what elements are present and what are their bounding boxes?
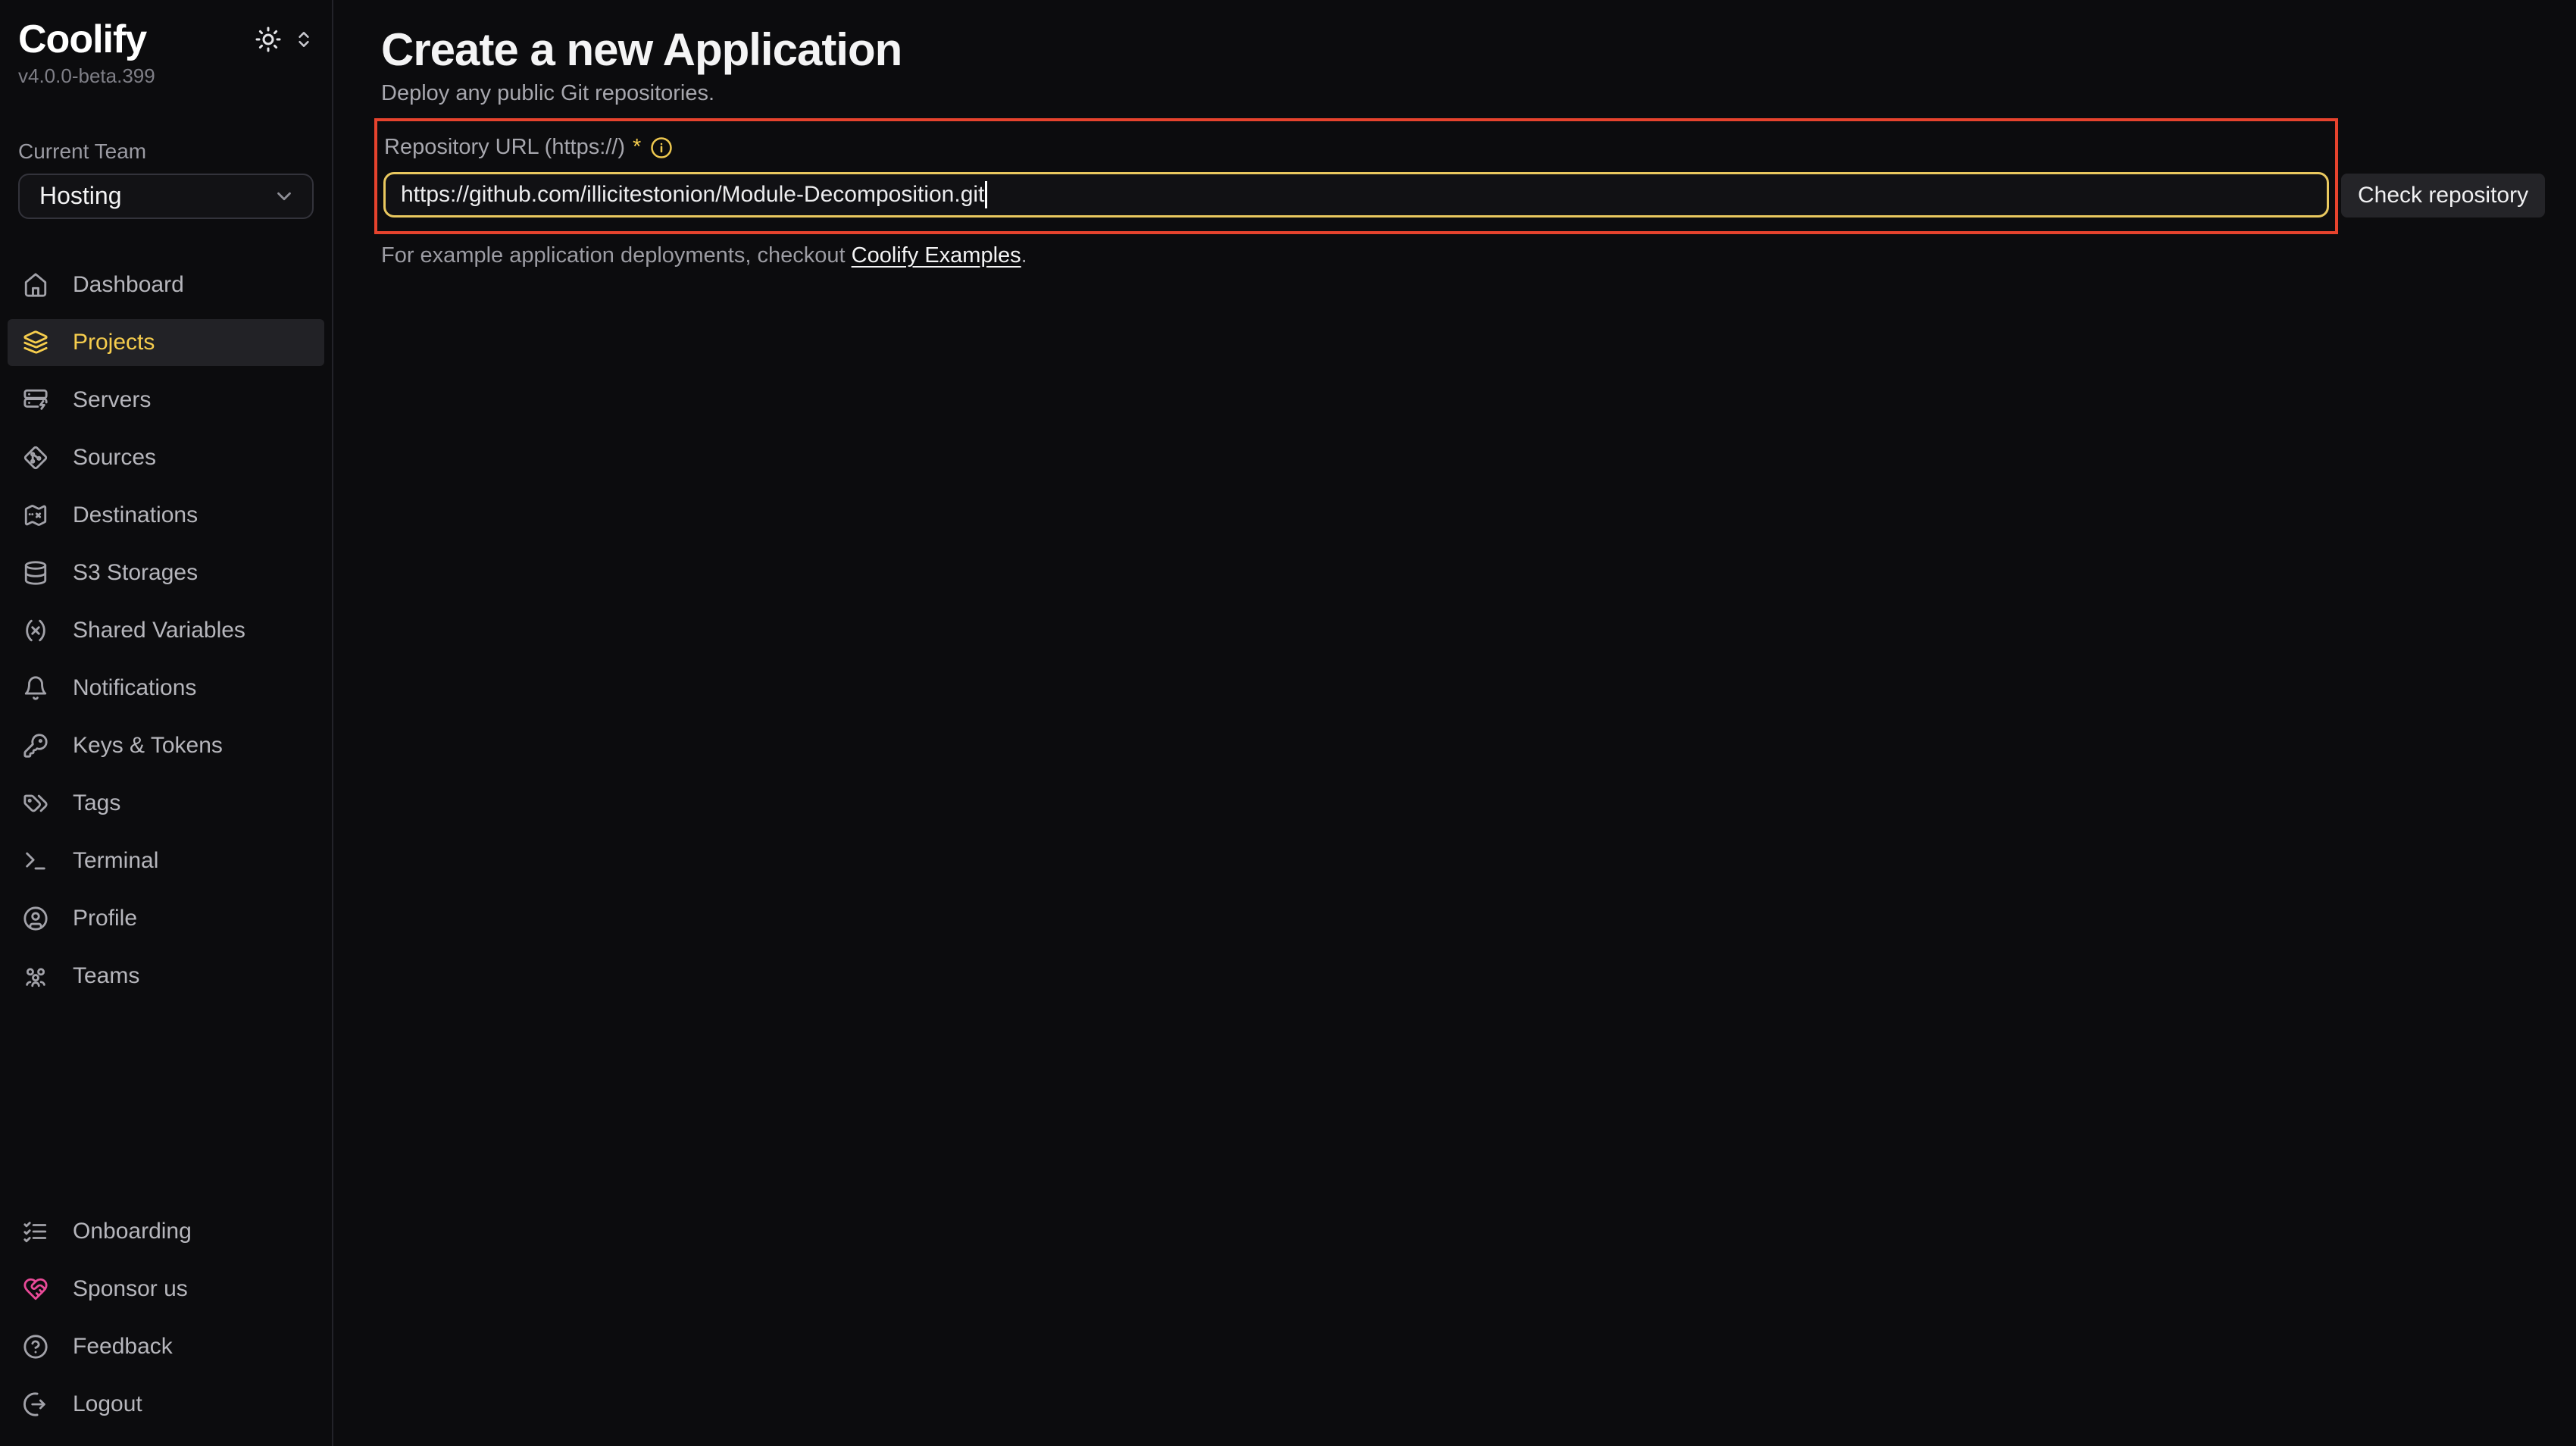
sun-icon xyxy=(255,26,282,53)
sidebar-item-label: Onboarding xyxy=(73,1219,192,1244)
sidebar-item-terminal[interactable]: Terminal xyxy=(8,837,324,884)
text-cursor xyxy=(985,181,987,208)
info-icon[interactable] xyxy=(650,136,673,159)
sidebar-item-label: Terminal xyxy=(73,848,158,874)
app-version: v4.0.0-beta.399 xyxy=(0,61,332,88)
sidebar-item-keys-tokens[interactable]: Keys & Tokens xyxy=(8,722,324,769)
sidebar-item-label: Teams xyxy=(73,963,139,989)
sidebar-item-sources[interactable]: Sources xyxy=(8,434,324,481)
server-icon xyxy=(23,387,48,413)
repository-form-row: Repository URL (https://) * https://gith… xyxy=(374,118,2576,235)
helper-prefix: For example application deployments, che… xyxy=(381,243,852,268)
chevron-down-icon xyxy=(273,185,295,208)
heart-handshake-icon xyxy=(23,1276,48,1302)
sidebar-item-sponsor-us[interactable]: Sponsor us xyxy=(8,1266,324,1313)
sidebar-item-label: Dashboard xyxy=(73,272,184,298)
current-team-label: Current Team xyxy=(18,138,314,165)
required-asterisk: * xyxy=(633,135,641,160)
app-window: Coolify v4.0.0-beta.399 Current Team Hos… xyxy=(0,0,2576,1446)
checklist-icon xyxy=(23,1219,48,1244)
sidebar-item-onboarding[interactable]: Onboarding xyxy=(8,1208,324,1255)
variable-icon xyxy=(23,618,48,643)
helper-text: For example application deployments, che… xyxy=(381,243,2576,268)
helper-suffix: . xyxy=(1021,243,1027,268)
profile-icon xyxy=(23,906,48,931)
repository-field-group: Repository URL (https://) * https://gith… xyxy=(374,118,2338,235)
chevrons-up-down-icon xyxy=(294,30,314,49)
sidebar-item-label: Projects xyxy=(73,330,155,355)
repository-url-value: https://github.com/illicitestonion/Modul… xyxy=(401,182,984,208)
sidebar-item-label: Profile xyxy=(73,906,137,931)
map-icon xyxy=(23,502,48,528)
sidebar-item-profile[interactable]: Profile xyxy=(8,895,324,942)
terminal-icon xyxy=(23,848,48,874)
git-source-icon xyxy=(23,445,48,471)
theme-toggle-button[interactable] xyxy=(255,26,282,53)
sidebar: Coolify v4.0.0-beta.399 Current Team Hos… xyxy=(0,0,333,1446)
page-subtitle: Deploy any public Git repositories. xyxy=(381,80,2576,108)
sidebar-item-label: Notifications xyxy=(73,675,196,701)
sidebar-item-tags[interactable]: Tags xyxy=(8,780,324,827)
sidebar-item-label: S3 Storages xyxy=(73,560,198,586)
key-icon xyxy=(23,733,48,759)
logout-icon xyxy=(23,1391,48,1417)
coolify-examples-link[interactable]: Coolify Examples xyxy=(852,243,1021,268)
page-title: Create a new Application xyxy=(381,21,2576,78)
tags-icon xyxy=(23,790,48,816)
sidebar-item-label: Sources xyxy=(73,445,156,471)
main-content: Create a new Application Deploy any publ… xyxy=(333,0,2576,1446)
sidebar-item-label: Servers xyxy=(73,387,151,413)
database-icon xyxy=(23,560,48,586)
sidebar-collapse-button[interactable] xyxy=(294,30,314,49)
app-logo: Coolify xyxy=(18,18,146,61)
sidebar-item-servers[interactable]: Servers xyxy=(8,377,324,424)
bell-icon xyxy=(23,675,48,701)
home-icon xyxy=(23,272,48,298)
sidebar-item-shared-variables[interactable]: Shared Variables xyxy=(8,607,324,654)
sidebar-item-label: Shared Variables xyxy=(73,618,245,643)
repository-label-row: Repository URL (https://) * xyxy=(383,133,2329,162)
teams-icon xyxy=(23,963,48,989)
sidebar-item-label: Tags xyxy=(73,790,120,816)
sidebar-header: Coolify xyxy=(0,18,332,61)
repository-url-label: Repository URL (https://) xyxy=(384,133,625,162)
sidebar-item-label: Destinations xyxy=(73,502,198,528)
team-select-value: Hosting xyxy=(39,182,122,210)
sidebar-footer-nav: Onboarding Sponsor us Feedback Logout xyxy=(0,1208,332,1438)
sidebar-item-label: Sponsor us xyxy=(73,1276,188,1302)
sidebar-item-dashboard[interactable]: Dashboard xyxy=(8,261,324,308)
sidebar-item-notifications[interactable]: Notifications xyxy=(8,665,324,712)
layers-icon xyxy=(23,330,48,355)
help-circle-icon xyxy=(23,1334,48,1360)
sidebar-item-s3-storages[interactable]: S3 Storages xyxy=(8,549,324,596)
sidebar-spacer xyxy=(0,1010,332,1208)
sidebar-item-label: Logout xyxy=(73,1391,142,1417)
sidebar-item-logout[interactable]: Logout xyxy=(8,1381,324,1428)
check-repository-button[interactable]: Check repository xyxy=(2341,174,2545,218)
sidebar-nav: Dashboard Projects Servers Sources xyxy=(0,261,332,1010)
team-select[interactable]: Hosting xyxy=(18,174,314,219)
sidebar-item-projects[interactable]: Projects xyxy=(8,319,324,366)
sidebar-item-teams[interactable]: Teams xyxy=(8,953,324,1000)
repository-url-input[interactable]: https://github.com/illicitestonion/Modul… xyxy=(383,172,2329,218)
sidebar-item-feedback[interactable]: Feedback xyxy=(8,1323,324,1370)
sidebar-item-label: Keys & Tokens xyxy=(73,733,223,759)
sidebar-item-label: Feedback xyxy=(73,1334,173,1360)
sidebar-item-destinations[interactable]: Destinations xyxy=(8,492,324,539)
